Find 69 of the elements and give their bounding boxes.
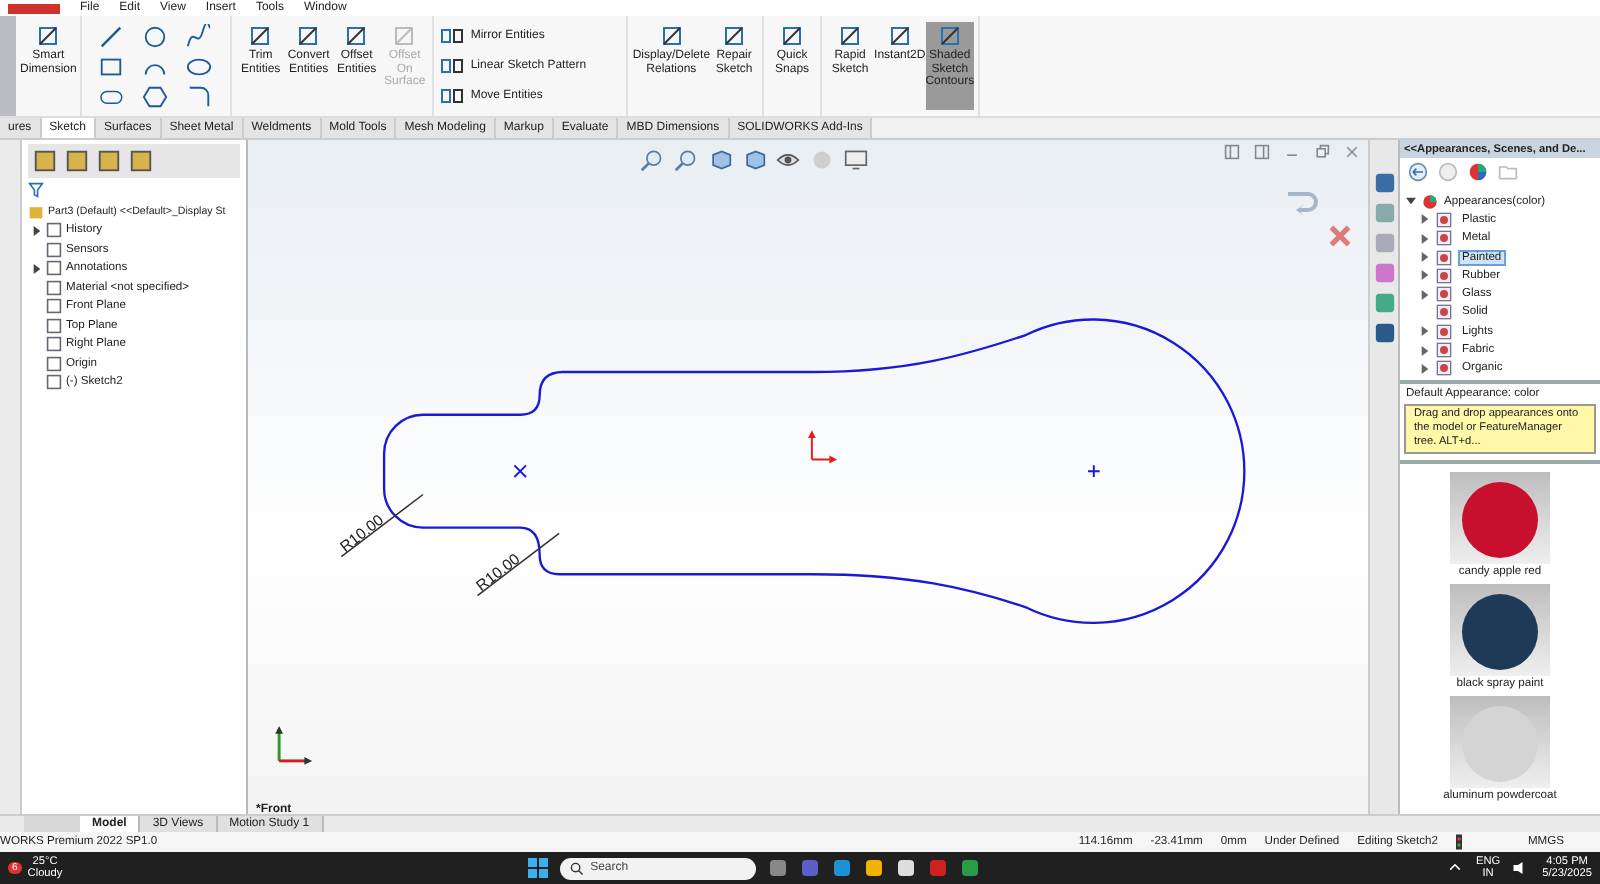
panel-tab-icon[interactable] (64, 148, 90, 174)
center-point-icon (513, 464, 528, 478)
expand-arrow-icon[interactable] (1420, 252, 1430, 263)
sketch-tool-icon (780, 24, 805, 48)
cube-icon[interactable] (742, 148, 766, 172)
sketch-tool-icon (838, 24, 863, 48)
expand-arrow-icon[interactable] (32, 225, 42, 236)
sketch-tool-icon (296, 24, 321, 48)
task-tab-icon[interactable] (1373, 172, 1395, 194)
eye-icon[interactable] (776, 148, 800, 172)
color-wheel-icon[interactable] (1468, 162, 1488, 182)
chevron-icon[interactable] (1445, 860, 1464, 876)
expand-arrow-icon[interactable] (1420, 270, 1430, 281)
panel-tab-icon[interactable] (32, 148, 58, 174)
rebuild-light-icon (1455, 834, 1462, 850)
magnifier-icon[interactable] (674, 148, 698, 172)
close-icon[interactable] (1344, 144, 1360, 160)
expand-arrow-icon[interactable] (1406, 196, 1416, 207)
corner-icon[interactable] (186, 84, 213, 110)
expand-arrow-icon[interactable] (1420, 214, 1430, 225)
sketch-tool-icon (659, 24, 684, 48)
expand-arrow-icon[interactable] (1420, 345, 1430, 356)
sketch-tool-icon (440, 83, 465, 107)
panel-right-icon[interactable] (1254, 144, 1270, 160)
dimension-line[interactable] (476, 532, 560, 597)
circle-icon[interactable] (142, 24, 169, 50)
swatch-preview[interactable] (1450, 471, 1550, 564)
spline-icon[interactable] (186, 24, 213, 50)
sketch-tool-icon (344, 24, 369, 48)
taskbar-app-icon[interactable] (896, 858, 917, 878)
expand-arrow-icon[interactable] (1420, 326, 1430, 337)
sketch-tool-icon (937, 24, 962, 48)
cancel-icon[interactable] (1328, 224, 1352, 248)
restore-icon[interactable] (1314, 144, 1330, 160)
windows-start-icon[interactable] (528, 858, 549, 878)
panel-tab-icon[interactable] (96, 148, 122, 174)
back-icon[interactable] (1408, 162, 1428, 182)
sketch-tool-icon (440, 53, 465, 77)
rectangle-icon[interactable] (98, 54, 125, 80)
swatch-preview[interactable] (1450, 583, 1550, 676)
sketch-tool-icon (36, 24, 61, 48)
expand-arrow-icon[interactable] (1420, 233, 1430, 244)
sketch-tool-icon (440, 23, 465, 47)
expand-arrow-icon[interactable] (1420, 363, 1430, 374)
expand-arrow-icon[interactable] (1420, 289, 1430, 300)
panel-tab-icon[interactable] (128, 148, 154, 174)
logo-icon (8, 3, 60, 13)
sketch-tool-icon (887, 24, 912, 48)
sketch-tool-icon (392, 24, 417, 48)
line-icon[interactable] (98, 24, 125, 50)
swatch-preview[interactable] (1450, 695, 1550, 788)
task-tab-icon[interactable] (1373, 322, 1395, 344)
origin-icon (808, 430, 838, 464)
monitor-icon[interactable] (844, 148, 868, 172)
center-point-icon (1087, 464, 1101, 478)
magnifier-icon[interactable] (640, 148, 664, 172)
sketch-tool-icon (722, 24, 747, 48)
part-icon (28, 203, 44, 220)
filter-icon[interactable] (28, 182, 44, 198)
taskbar-app-icon[interactable] (864, 858, 885, 878)
dimension-line[interactable] (340, 493, 424, 558)
cube-icon[interactable] (708, 148, 732, 172)
ellipse-icon[interactable] (186, 54, 213, 80)
expand-arrow-icon[interactable] (32, 263, 42, 274)
panel-left-icon[interactable] (1224, 144, 1240, 160)
sketch-tool-icon (248, 24, 273, 48)
triad-icon (275, 725, 313, 765)
color-wheel-icon (1422, 193, 1438, 210)
hexagon-icon[interactable] (142, 84, 169, 110)
